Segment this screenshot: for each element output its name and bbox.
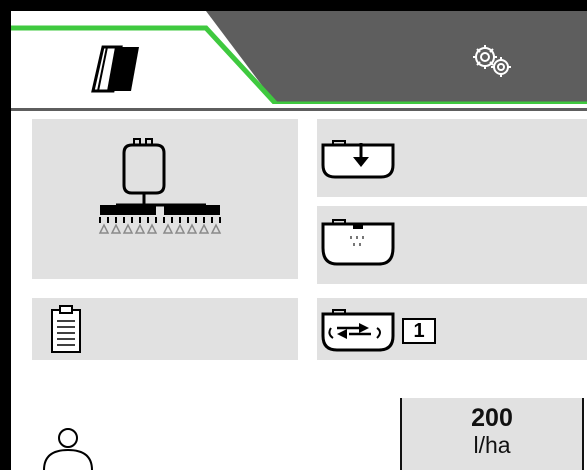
clipboard-icon (51, 305, 81, 353)
application-rate-unit: l/ha (473, 432, 511, 458)
tank-spray-button[interactable] (317, 206, 587, 284)
sprayer-boom-icon (98, 138, 222, 234)
screen-border-left (0, 0, 11, 470)
tank-circulation-icon (321, 309, 395, 352)
sprayer-button[interactable] (32, 119, 298, 279)
user-icon[interactable] (40, 426, 100, 470)
circulation-step-badge: 1 (402, 318, 436, 344)
tank-fill-icon (321, 140, 395, 179)
circulation-button[interactable] (317, 298, 587, 360)
tank-spray-icon (321, 219, 395, 266)
tab-field[interactable] (11, 31, 203, 104)
documentation-button[interactable] (32, 298, 298, 360)
screen-border-top (0, 0, 587, 11)
terminal-screen: 1 200 l/ha (0, 0, 587, 470)
application-rate-display[interactable]: 200 l/ha (400, 398, 584, 470)
tank-fill-button[interactable] (317, 119, 587, 197)
tab-bar (11, 11, 587, 104)
application-rate-value: 200 (471, 404, 513, 432)
tab-separator (11, 108, 587, 111)
